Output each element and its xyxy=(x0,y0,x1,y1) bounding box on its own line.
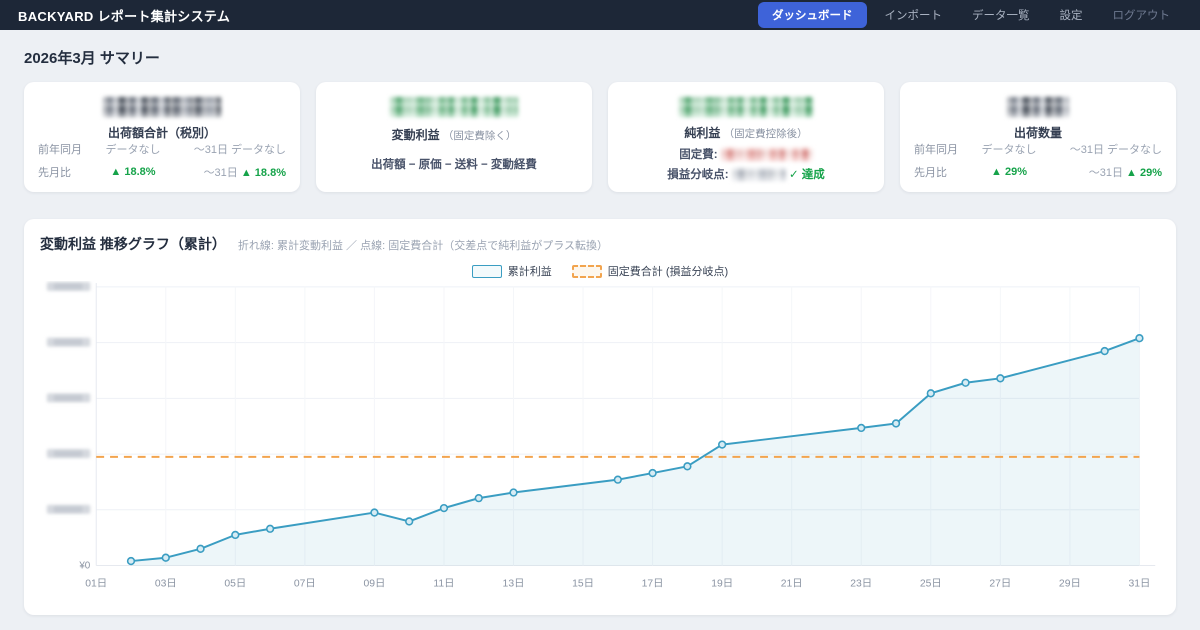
stat-value-2: ～31日 データなし xyxy=(164,141,286,157)
svg-text:09日: 09日 xyxy=(363,578,385,589)
redacted-shipment-amount-value xyxy=(103,97,221,117)
chart-subtitle: 折れ線: 累計変動利益 ／ 点線: 固定費合計（交差点で純利益がプラス転換） xyxy=(238,237,608,253)
card-value-wrap xyxy=(330,97,578,119)
profit-chart-svg: 01日 03日 05日 07日 09日 11日 13日 15日 17日 19日 21日 23日 25日 2… xyxy=(40,281,1168,607)
legend-fixed-cost: 固定費合計 (損益分岐点) xyxy=(572,263,728,279)
nav-logout[interactable]: ログアウト xyxy=(1101,3,1183,27)
card-value-wrap xyxy=(914,97,1162,117)
card-shipment-amount: 出荷額合計（税別） 前年同月 データなし ～31日 データなし 先月比 ▲ 18… xyxy=(24,82,300,192)
summary-cards: 出荷額合計（税別） 前年同月 データなし ～31日 データなし 先月比 ▲ 18… xyxy=(24,82,1176,192)
redacted-fixed-cost-value xyxy=(721,148,813,161)
stat-row: 先月比 ▲ 18.8% ～31日 ▲ 18.8% xyxy=(38,164,286,180)
stat-value: データなし xyxy=(978,141,1040,157)
svg-text:03日: 03日 xyxy=(155,578,177,589)
card-variable-profit: 変動利益 （固定費除く） 出荷額 − 原価 − 送料 − 変動経費 xyxy=(316,82,592,192)
card-stats: 前年同月 データなし ～31日 データなし 先月比 ▲ 18.8% ～31日 ▲… xyxy=(38,141,286,182)
stat-value: データなし xyxy=(102,141,164,157)
stat-label: 先月比 xyxy=(38,164,102,180)
redacted-shipment-quantity-value xyxy=(1007,97,1069,117)
profit-formula: 出荷額 − 原価 − 送料 − 変動経費 xyxy=(330,156,578,172)
app-header: BACKYARD レポート集計システム ダッシュボード インポート データ一覧 … xyxy=(0,0,1200,30)
redacted-variable-profit-value xyxy=(390,97,518,117)
stat-value-2: ～31日 ▲ 29% xyxy=(1040,164,1162,180)
page-title: 2026年3月 サマリー xyxy=(24,47,1176,68)
card-net-profit: 純利益 （固定費控除後） 固定費: 損益分岐点: ✓ 達成 xyxy=(608,82,884,192)
legend-cumulative-profit: 累計利益 xyxy=(472,263,552,279)
svg-text:29日: 29日 xyxy=(1059,578,1081,589)
app-title: BACKYARD レポート集計システム xyxy=(18,6,230,25)
card-label: 出荷数量 xyxy=(914,124,1162,141)
stat-value: ▲ 18.8% xyxy=(102,166,164,178)
legend-swatch-dashed-icon xyxy=(572,265,602,278)
stat-value: ▲ 29% xyxy=(978,166,1040,178)
main-nav: ダッシュボード インポート データ一覧 設定 ログアウト xyxy=(758,2,1182,28)
svg-text:13日: 13日 xyxy=(503,578,525,589)
dashboard-main: 2026年3月 サマリー 出荷額合計（税別） 前年同月 データなし ～31日 デ… xyxy=(0,47,1200,615)
chart-title: 変動利益 推移グラフ（累計） xyxy=(40,234,226,254)
stat-row: 前年同月 データなし ～31日 データなし xyxy=(38,141,286,157)
stat-value-2: ～31日 データなし xyxy=(1040,141,1162,157)
nav-settings[interactable]: 設定 xyxy=(1048,3,1095,27)
svg-text:11日: 11日 xyxy=(433,578,454,589)
chart-header: 変動利益 推移グラフ（累計） 折れ線: 累計変動利益 ／ 点線: 固定費合計（交… xyxy=(40,234,1160,254)
stat-row: 先月比 ▲ 29% ～31日 ▲ 29% xyxy=(914,164,1162,180)
svg-text:31日: 31日 xyxy=(1128,578,1150,589)
stat-label: 先月比 xyxy=(914,164,978,180)
breakeven-status-badge: ✓ 達成 xyxy=(789,169,825,181)
svg-text:19日: 19日 xyxy=(711,578,733,589)
nav-import[interactable]: インポート xyxy=(873,3,955,27)
card-label-sub: （固定費控除後） xyxy=(724,128,808,140)
card-label: 純利益 （固定費控除後） xyxy=(622,124,870,141)
svg-text:23日: 23日 xyxy=(850,578,872,589)
stat-label: 前年同月 xyxy=(38,141,102,157)
redacted-breakeven-value xyxy=(732,168,786,181)
legend-swatch-line-icon xyxy=(472,265,502,278)
card-label-sub: （固定費除く） xyxy=(443,130,517,142)
stat-label: 前年同月 xyxy=(914,141,978,157)
svg-text:25日: 25日 xyxy=(920,578,942,589)
profit-trend-chart-card: 変動利益 推移グラフ（累計） 折れ線: 累計変動利益 ／ 点線: 固定費合計（交… xyxy=(24,219,1176,615)
redacted-net-profit-value xyxy=(679,97,813,117)
nav-dashboard[interactable]: ダッシュボード xyxy=(758,2,867,28)
fixed-cost-line: 固定費: xyxy=(622,146,870,162)
stat-row: 前年同月 データなし ～31日 データなし xyxy=(914,141,1162,157)
nav-data-list[interactable]: データ一覧 xyxy=(960,3,1042,27)
card-stats: 前年同月 データなし ～31日 データなし 先月比 ▲ 29% ～31日 ▲ 2… xyxy=(914,141,1162,182)
breakeven-line: 損益分岐点: ✓ 達成 xyxy=(622,166,870,182)
card-value-wrap xyxy=(622,97,870,117)
card-label: 出荷額合計（税別） xyxy=(38,124,286,141)
stat-value-2: ～31日 ▲ 18.8% xyxy=(164,164,286,180)
chart-legend: 累計利益 固定費合計 (損益分岐点) xyxy=(40,263,1160,279)
svg-text:07日: 07日 xyxy=(294,578,316,589)
svg-text:¥0: ¥0 xyxy=(78,560,90,571)
card-shipment-quantity: 出荷数量 前年同月 データなし ～31日 データなし 先月比 ▲ 29% ～31… xyxy=(900,82,1176,192)
svg-text:15日: 15日 xyxy=(572,578,594,589)
card-value-wrap xyxy=(38,97,286,117)
svg-text:17日: 17日 xyxy=(642,578,664,589)
svg-text:05日: 05日 xyxy=(224,578,246,589)
svg-text:27日: 27日 xyxy=(989,578,1011,589)
svg-text:21日: 21日 xyxy=(781,578,803,589)
svg-text:01日: 01日 xyxy=(85,578,107,589)
card-label: 変動利益 （固定費除く） xyxy=(330,126,578,143)
